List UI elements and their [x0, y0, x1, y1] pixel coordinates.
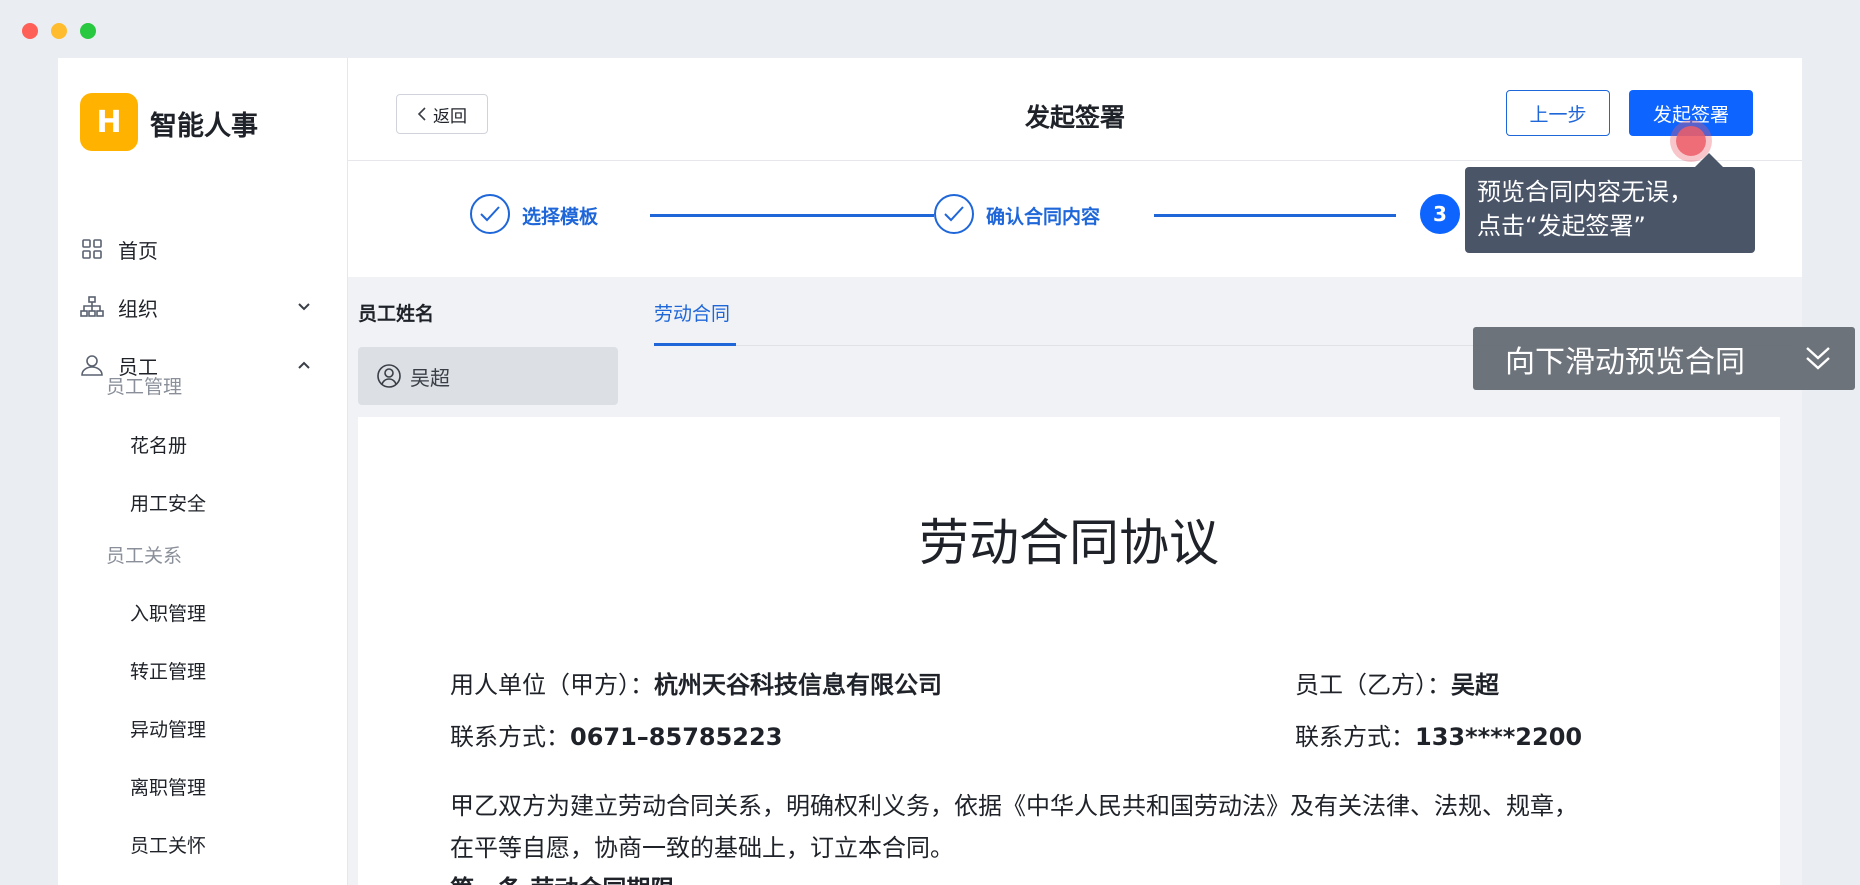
user-circle-icon: [376, 363, 402, 389]
page-header: 返回 发起签署 上一步 发起签署: [348, 58, 1802, 161]
step-3-badge: 3: [1420, 194, 1460, 234]
sidebar-item-home[interactable]: 首页: [80, 229, 330, 269]
scroll-hint-banner: 向下滑动预览合同: [1473, 327, 1855, 390]
contact-b-label: 联系方式：: [1295, 723, 1415, 751]
sidebar-item-regular[interactable]: 转正管理: [130, 657, 206, 684]
step-2-label: 确认合同内容: [986, 206, 1101, 228]
contact-a-value: 0671–85785223: [570, 723, 783, 751]
guide-tooltip: 预览合同内容无误， 点击“发起签署”: [1465, 167, 1755, 253]
party-b-label: 员工（乙方）：: [1295, 671, 1451, 699]
step-connector: [1154, 214, 1396, 217]
sidebar-item-onboard[interactable]: 入职管理: [130, 599, 206, 626]
sidebar-item-org[interactable]: 组织: [80, 287, 330, 327]
grid-icon: [80, 237, 104, 261]
sidebar-item-care[interactable]: 员工关怀: [130, 831, 206, 858]
step-connector: [650, 214, 934, 217]
app-logo: H: [80, 93, 138, 151]
contract-paragraph: 甲乙双方为建立劳动合同关系，明确权利义务，依据《中华人民共和国劳动法》及有关法律…: [450, 785, 1710, 869]
close-window-button[interactable]: [22, 23, 38, 39]
chevron-up-icon[interactable]: [294, 355, 314, 375]
contact-a-row: 联系方式：0671–85785223: [450, 717, 782, 752]
contract-title: 劳动合同协议: [919, 514, 1219, 572]
party-a-row: 用人单位（甲方）：杭州天谷科技信息有限公司: [450, 665, 942, 700]
party-a-value: 杭州天谷科技信息有限公司: [654, 671, 942, 699]
contract-preview: 劳动合同协议 用人单位（甲方）：杭州天谷科技信息有限公司 员工（乙方）：吴超 联…: [358, 417, 1780, 885]
sidebar-group-manage: 员工管理: [106, 376, 183, 398]
tooltip-line: 预览合同内容无误，: [1477, 178, 1693, 206]
paragraph-line: 甲乙双方为建立劳动合同关系，明确权利义务，依据《中华人民共和国劳动法》及有关法律…: [450, 792, 1578, 820]
party-b-value: 吴超: [1451, 671, 1499, 699]
section-heading: 第一条 劳动合同期限: [450, 869, 674, 885]
maximize-window-button[interactable]: [80, 23, 96, 39]
minimize-window-button[interactable]: [51, 23, 67, 39]
tab-labor-contract[interactable]: 劳动合同: [654, 299, 730, 326]
sidebar-item-transfer[interactable]: 异动管理: [130, 715, 206, 742]
sidebar: H 智能人事 首页 组织 员工 员工管理 花名册 用工安全 员工关系 入职管理 …: [58, 58, 348, 885]
paragraph-line: 在平等自愿，协商一致的基础上，订立本合同。: [450, 834, 954, 862]
window-titlebar: [0, 0, 1860, 58]
sidebar-item-safety[interactable]: 用工安全: [130, 489, 206, 516]
user-icon: [80, 353, 104, 377]
contact-b-value: 133****2200: [1415, 723, 1583, 751]
sidebar-group-relation: 员工关系: [106, 545, 183, 567]
sidebar-item-roster[interactable]: 花名册: [130, 431, 187, 458]
employee-name: 吴超: [410, 365, 450, 390]
sidebar-item-label: 首页: [118, 238, 158, 263]
employee-list-item[interactable]: 吴超: [358, 347, 618, 405]
check-icon: [470, 194, 510, 234]
org-chart-icon: [80, 295, 104, 319]
double-chevron-down-icon: [1803, 343, 1833, 373]
step-1-label: 选择模板: [522, 206, 599, 228]
prev-step-button[interactable]: 上一步: [1506, 90, 1610, 136]
tooltip-arrow: [1695, 153, 1723, 167]
active-tab-indicator: [654, 343, 736, 346]
tooltip-line: 点击“发起签署”: [1477, 212, 1646, 240]
click-indicator: [1676, 126, 1706, 156]
chevron-down-icon[interactable]: [294, 297, 314, 317]
party-a-label: 用人单位（甲方）：: [450, 671, 654, 699]
employee-column-header: 员工姓名: [358, 303, 435, 325]
contact-b-row: 联系方式：133****2200: [1295, 717, 1582, 752]
contact-a-label: 联系方式：: [450, 723, 570, 751]
check-icon: [934, 194, 974, 234]
app-name: 智能人事: [150, 111, 258, 142]
scroll-hint-label: 向下滑动预览合同: [1505, 344, 1745, 380]
party-b-row: 员工（乙方）：吴超: [1295, 665, 1499, 700]
sidebar-item-label: 组织: [118, 296, 158, 321]
sidebar-item-leave[interactable]: 离职管理: [130, 773, 206, 800]
